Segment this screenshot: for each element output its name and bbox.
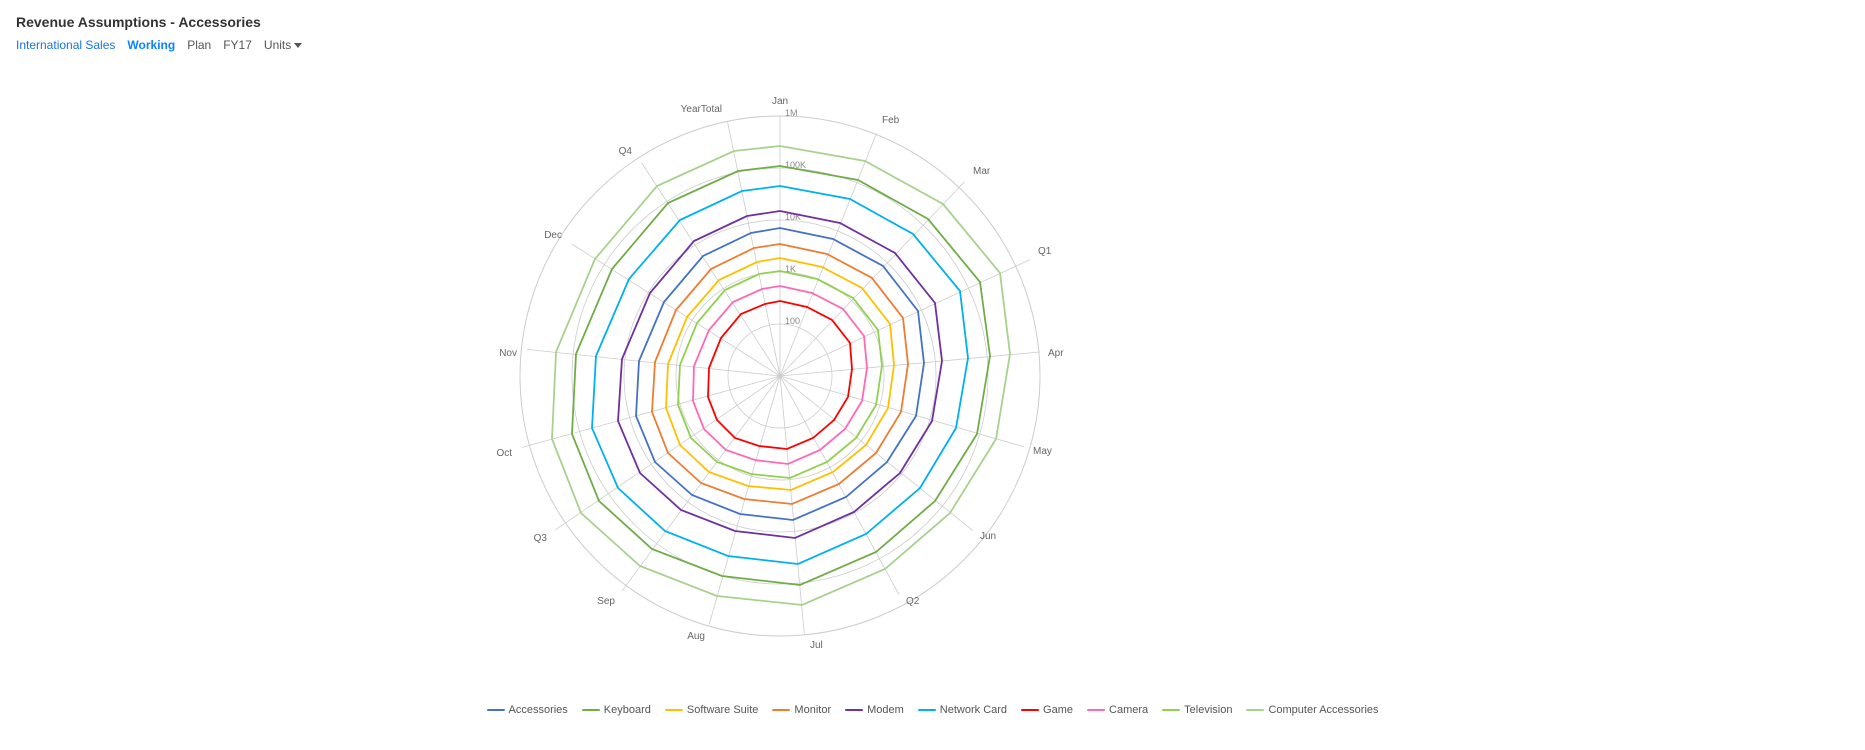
axis-feb: Feb (882, 115, 900, 126)
axis-q1: Q1 (1038, 246, 1052, 257)
legend-label-keyboard: Keyboard (604, 704, 651, 716)
nav-plan[interactable]: Plan (187, 38, 211, 52)
legend-item-camera: Camera (1087, 704, 1148, 716)
axis-may: May (1033, 446, 1052, 457)
axis-q4: Q4 (619, 146, 633, 157)
legend-label-camera: Camera (1109, 704, 1148, 716)
axis-dec: Dec (544, 230, 562, 241)
legend-item-game: Game (1021, 704, 1073, 716)
legend-label-modem: Modem (867, 704, 904, 716)
nav-working[interactable]: Working (127, 38, 175, 52)
nav-bar: International Sales Working Plan FY17 Un… (0, 34, 1865, 56)
axis-yeartotal: YearTotal (681, 104, 722, 115)
nav-fy17[interactable]: FY17 (223, 38, 252, 52)
axis-jun: Jun (980, 531, 996, 542)
nav-international-sales[interactable]: International Sales (16, 38, 115, 52)
legend-label-software-suite: Software Suite (687, 704, 759, 716)
ring-label-100: 100 (785, 316, 800, 326)
legend-label-accessories: Accessories (508, 704, 567, 716)
legend-item-monitor: Monitor (772, 704, 831, 716)
legend-item-television: Television (1162, 704, 1232, 716)
legend-item-network-card: Network Card (918, 704, 1007, 716)
legend-line-television (1162, 709, 1180, 711)
nav-units-label: Units (264, 38, 291, 52)
legend-line-keyboard (582, 709, 600, 711)
axis-oct: Oct (496, 448, 512, 459)
page-title: Revenue Assumptions - Accessories (0, 0, 1865, 34)
legend-item-software-suite: Software Suite (665, 704, 759, 716)
radar-chart: 100 1K 10K 100K 1M Jan Feb Mar Q1 Apr Ma… (0, 61, 1865, 721)
axis-sep: Sep (597, 596, 615, 607)
nav-units-dropdown[interactable]: Units (264, 38, 302, 52)
legend-line-game (1021, 709, 1039, 711)
axis-q3: Q3 (534, 533, 548, 544)
axis-mar: Mar (973, 166, 991, 177)
axis-apr: Apr (1048, 348, 1064, 359)
legend-label-game: Game (1043, 704, 1073, 716)
legend-label-network-card: Network Card (940, 704, 1007, 716)
legend-line-modem (845, 709, 863, 711)
legend-item-computer-accessories: Computer Accessories (1246, 704, 1378, 716)
chevron-down-icon (294, 43, 302, 48)
axis-q2: Q2 (906, 596, 920, 607)
legend-label-computer-accessories: Computer Accessories (1268, 704, 1378, 716)
ring-label-1m: 1M (785, 108, 798, 118)
legend-item-keyboard: Keyboard (582, 704, 651, 716)
legend-item-accessories: Accessories (486, 704, 567, 716)
legend-line-camera (1087, 709, 1105, 711)
legend-line-software-suite (665, 709, 683, 711)
chart-container: 100 1K 10K 100K 1M Jan Feb Mar Q1 Apr Ma… (0, 56, 1865, 726)
legend: Accessories Keyboard Software Suite Moni… (486, 704, 1378, 716)
axis-jan: Jan (772, 96, 788, 107)
axis-nov: Nov (499, 348, 517, 359)
axis-aug: Aug (687, 631, 705, 642)
legend-line-computer-accessories (1246, 709, 1264, 711)
legend-line-monitor (772, 709, 790, 711)
legend-line-network-card (918, 709, 936, 711)
legend-label-monitor: Monitor (794, 704, 831, 716)
axis-jul: Jul (810, 640, 823, 651)
legend-item-modem: Modem (845, 704, 904, 716)
legend-line-accessories (486, 709, 504, 711)
legend-label-television: Television (1184, 704, 1232, 716)
